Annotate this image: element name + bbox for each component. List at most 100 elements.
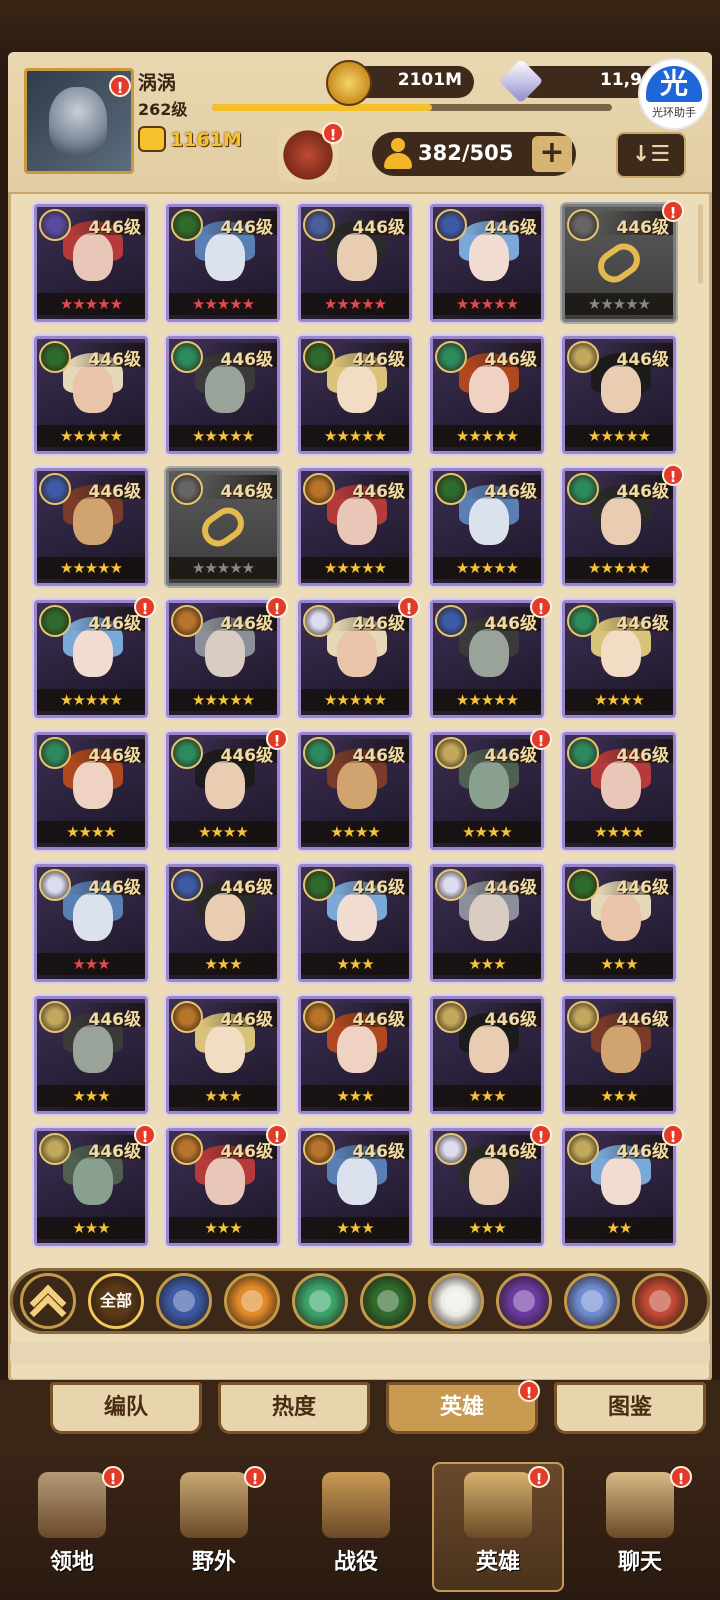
hero-card[interactable]: 446级 ★★★ <box>298 1128 412 1246</box>
hero-card[interactable]: 446级 ★★★ <box>430 1128 544 1246</box>
hero-stars: ★★★★★ <box>565 293 673 315</box>
hero-face <box>337 1157 377 1205</box>
hero-stars: ★★★★★ <box>433 425 541 447</box>
filter-chevron-up-button[interactable] <box>20 1273 76 1332</box>
hero-card[interactable]: 446级 ★★★★ <box>562 732 676 850</box>
hero-card[interactable]: 446级 ★★★ <box>430 864 544 982</box>
hero-card[interactable]: 446级 ★★★★★ <box>430 600 544 718</box>
hero-card[interactable]: 446级 ★★★ <box>34 1128 148 1246</box>
hero-level: 446级 <box>88 1142 142 1162</box>
hero-stars: ★★★ <box>37 1085 145 1107</box>
nav-chat[interactable]: 聊天! <box>574 1462 706 1592</box>
hero-level: 446级 <box>616 1142 670 1162</box>
hero-face <box>601 1025 641 1073</box>
hero-card[interactable]: 446级 ★★★ <box>562 996 676 1114</box>
nav-campaign[interactable]: 战役 <box>290 1462 422 1592</box>
hero-stars: ★★★★★ <box>37 689 145 711</box>
castle-icon <box>38 1472 106 1538</box>
faction-emblem-icon <box>303 869 335 901</box>
filter-hypogean-faction-button[interactable] <box>496 1273 552 1329</box>
hero-card[interactable]: 446级 ★★★★★ <box>430 468 544 586</box>
tab-lineup[interactable]: 编队 <box>50 1382 202 1434</box>
hero-card[interactable]: 446级 ★★★★★ <box>298 468 412 586</box>
combat-power-value: 1161M <box>170 129 242 151</box>
hero-level: 446级 <box>484 218 538 238</box>
tab-heroes[interactable]: 英雄 <box>386 1382 538 1434</box>
hero-stars: ★★★★ <box>301 821 409 843</box>
hero-card[interactable]: 446级 ★★★★★ <box>430 336 544 454</box>
hero-card[interactable]: 446级 ★★★ <box>166 996 280 1114</box>
hero-notification-badge: ! <box>266 596 288 618</box>
faction-emblem-icon <box>567 473 599 505</box>
hero-stars: ★★★ <box>565 1085 673 1107</box>
hero-stars: ★★★ <box>433 1217 541 1239</box>
hero-level: 446级 <box>616 746 670 766</box>
faction-emblem-icon <box>435 209 467 241</box>
hero-card[interactable]: 446级 ★★★★★ <box>166 468 280 586</box>
xp-bar-fill <box>212 104 432 111</box>
nav-label: 聊天 <box>617 1550 662 1575</box>
hero-card[interactable]: 446级 ★★★ <box>430 996 544 1114</box>
faction-emblem-icon <box>171 341 203 373</box>
hero-card[interactable]: 446级 ★★★★ <box>166 732 280 850</box>
hero-card[interactable]: 446级 ★★★★★ <box>562 468 676 586</box>
hero-card[interactable]: 446级 ★★★★★ <box>298 204 412 322</box>
hero-level: 446级 <box>220 218 274 238</box>
sort-button[interactable]: ↓☰ <box>616 132 686 178</box>
filter-dimensional-faction-button[interactable] <box>564 1273 620 1329</box>
hero-card[interactable]: 446级 ★★★★★ <box>166 600 280 718</box>
celestial-faction-icon <box>445 1290 467 1312</box>
player-avatar[interactable]: ! <box>24 68 134 174</box>
hero-card[interactable]: 446级 ★★ <box>562 1128 676 1246</box>
filter-all-button[interactable]: 全部 <box>88 1273 144 1329</box>
hero-card[interactable]: 446级 ★★★★★ <box>298 336 412 454</box>
diamond-value: 11,9 <box>600 70 642 90</box>
hero-card[interactable]: 446级 ★★★★ <box>562 600 676 718</box>
faction-emblem-icon <box>303 473 335 505</box>
hero-card[interactable]: 446级 ★★★★★ <box>562 204 676 322</box>
filter-wilder-faction-button[interactable] <box>292 1273 348 1329</box>
hero-card[interactable]: 446级 ★★★ <box>166 1128 280 1246</box>
hero-card[interactable]: 446级 ★★★ <box>34 864 148 982</box>
hero-card[interactable]: 446级 ★★★★★ <box>34 204 148 322</box>
hero-card[interactable]: 446级 ★★★ <box>298 996 412 1114</box>
hero-level: 446级 <box>88 1010 142 1030</box>
expand-capacity-button[interactable]: + <box>532 136 572 172</box>
hero-card[interactable]: 446级 ★★★ <box>166 864 280 982</box>
scrollbar[interactable] <box>698 204 703 284</box>
filter-mauler-faction-button[interactable] <box>224 1273 280 1329</box>
hero-card[interactable]: 446级 ★★★★ <box>430 732 544 850</box>
hero-level: 446级 <box>220 746 274 766</box>
hero-card[interactable]: 446级 ★★★★★ <box>562 336 676 454</box>
hero-card[interactable]: 446级 ★★★★★ <box>34 468 148 586</box>
faction-bonus-button[interactable]: ! <box>278 122 344 182</box>
nav-field[interactable]: 野外! <box>148 1462 280 1592</box>
tab-popularity[interactable]: 热度 <box>218 1382 370 1434</box>
faction-emblem-icon <box>171 1001 203 1033</box>
hero-card[interactable]: 446级 ★★★★★ <box>166 336 280 454</box>
nav-label: 战役 <box>333 1550 378 1575</box>
hero-face <box>205 1157 245 1205</box>
helper-floating-button[interactable]: 光 光环助手 <box>640 60 708 128</box>
hero-card[interactable]: 446级 ★★★★★ <box>34 600 148 718</box>
hero-card[interactable]: 446级 ★★★ <box>298 864 412 982</box>
hero-card[interactable]: 446级 ★★★★ <box>298 732 412 850</box>
nav-heroes[interactable]: 英雄! <box>432 1462 564 1592</box>
hero-card[interactable]: 446级 ★★★★★ <box>34 336 148 454</box>
nav-territory[interactable]: 领地! <box>6 1462 138 1592</box>
filter-celestial-faction-button[interactable] <box>428 1273 484 1329</box>
hero-card[interactable]: 446级 ★★★★★ <box>166 204 280 322</box>
hero-level: 446级 <box>220 614 274 634</box>
filter-draconis-faction-button[interactable] <box>632 1273 688 1329</box>
faction-emblem-icon <box>303 1001 335 1033</box>
hero-card[interactable]: 446级 ★★★ <box>562 864 676 982</box>
filter-graveborn-faction-button[interactable] <box>360 1273 416 1329</box>
filter-lightbearer-faction-button[interactable] <box>156 1273 212 1329</box>
hero-card[interactable]: 446级 ★★★ <box>34 996 148 1114</box>
hero-face <box>73 497 113 545</box>
tab-collection[interactable]: 图鉴 <box>554 1382 706 1434</box>
hero-card[interactable]: 446级 ★★★★★ <box>430 204 544 322</box>
hero-stars: ★★★ <box>169 1085 277 1107</box>
hero-card[interactable]: 446级 ★★★★ <box>34 732 148 850</box>
hero-card[interactable]: 446级 ★★★★★ <box>298 600 412 718</box>
